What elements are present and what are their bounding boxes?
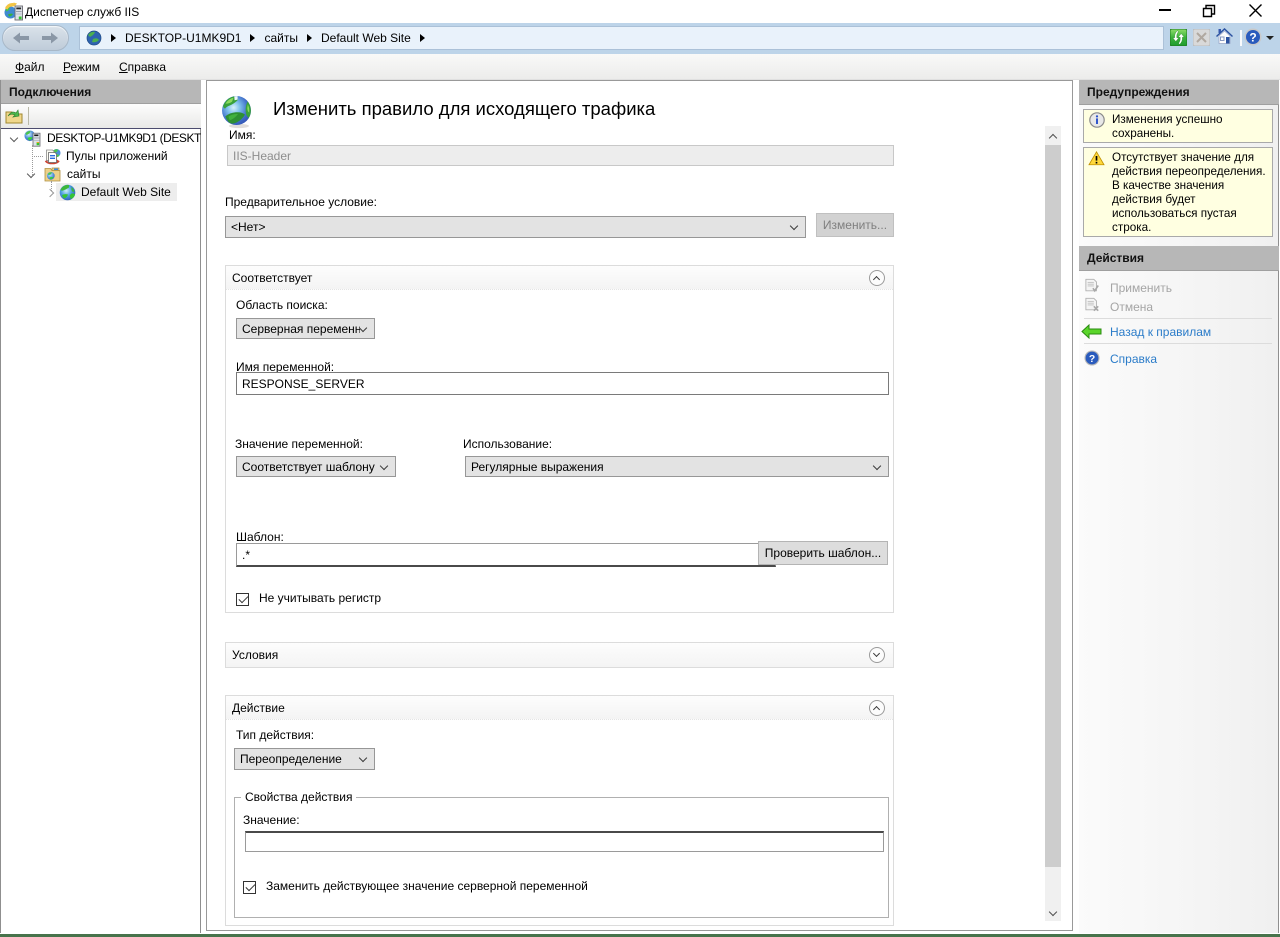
svg-text:?: ? [1249,31,1256,45]
svg-text:?: ? [1089,354,1095,365]
